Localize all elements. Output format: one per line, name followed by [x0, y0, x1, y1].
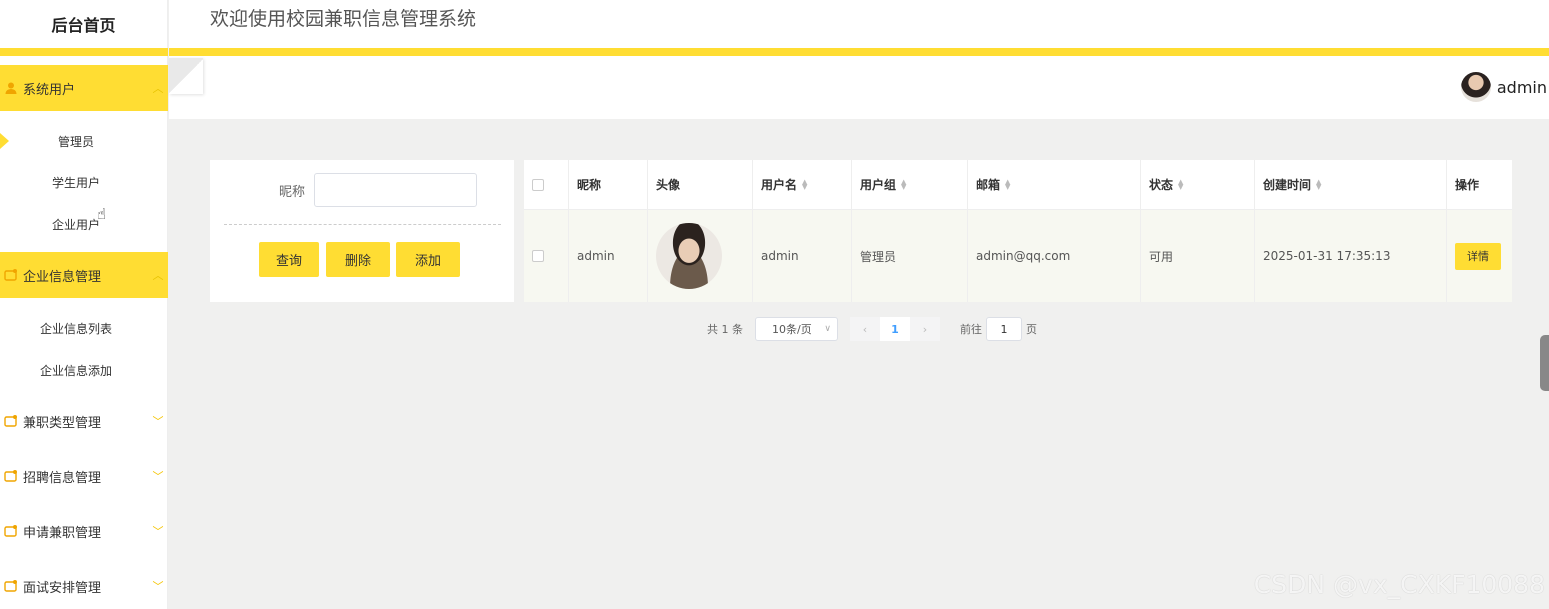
goto-page-input[interactable]: 1: [986, 317, 1022, 341]
table-header: 昵称 头像 用户名 ▲ ▼ 用户组 ▲ ▼ 邮箱 ▲ ▼ 状态 ▲ ▼ 创建时间 ▲ ▼ 操作: [524, 160, 1512, 210]
cell-created-time: 2025-01-31 17:35:13: [1255, 210, 1447, 302]
page-size-select[interactable]: 10条/页 ∨: [755, 317, 838, 341]
avatar: [1460, 72, 1491, 102]
folder-icon: [4, 268, 18, 282]
cell-avatar: [648, 210, 753, 302]
table-row: admin admin 管理员 admin@qq.com 可用 2025-01-…: [524, 210, 1512, 302]
sort-icon[interactable]: ▲ ▼: [1005, 178, 1010, 190]
column-status[interactable]: 状态 ▲ ▼: [1141, 160, 1255, 209]
chevron-down-icon: ∨: [824, 324, 831, 334]
column-avatar: 头像: [648, 160, 753, 209]
row-select-cell: [524, 210, 569, 302]
sidebar-item-company-list[interactable]: 企业信息列表: [0, 308, 168, 348]
brand-title[interactable]: 后台首页: [0, 0, 167, 48]
cell-status: 可用: [1141, 210, 1255, 302]
watermark: CSDN @vx_CXKF10088: [1253, 570, 1545, 599]
user-name: admin: [1496, 77, 1547, 97]
sidebar-item-admin[interactable]: 管理员: [0, 121, 168, 161]
brand-accent-bar: [0, 48, 168, 56]
folder-icon: [4, 579, 18, 593]
chevron-right-icon: ›: [922, 322, 928, 336]
nickname-search-input[interactable]: [314, 173, 477, 207]
user-menu[interactable]: admin: [1460, 70, 1547, 104]
chevron-up-icon: ︿: [152, 269, 164, 282]
page-number-current[interactable]: 1: [880, 317, 910, 341]
cell-actions: 详情: [1447, 210, 1512, 302]
menu-group-job-types[interactable]: 兼职类型管理 ﹀: [0, 398, 168, 444]
sidebar-item-company-users[interactable]: 企业用户: [0, 204, 168, 244]
page-title: 欢迎使用校园兼职信息管理系统: [210, 8, 477, 30]
avatar[interactable]: [656, 223, 722, 289]
menu-group-interviews[interactable]: 面试安排管理 ﹀: [0, 563, 168, 609]
nickname-label: 昵称: [279, 185, 306, 200]
chevron-down-icon: ﹀: [152, 415, 164, 428]
scrollbar[interactable]: [1540, 335, 1549, 391]
sort-icon[interactable]: ▲ ▼: [802, 178, 807, 190]
user-icon: [4, 81, 18, 95]
header-accent-bar: [169, 48, 1549, 56]
delete-button[interactable]: 删除: [326, 242, 390, 277]
top-header: 欢迎使用校园兼职信息管理系统: [169, 0, 1549, 48]
menu-group-company-info[interactable]: 企业信息管理 ︿: [0, 252, 168, 298]
folder-icon: [4, 524, 18, 538]
column-actions: 操作: [1455, 178, 1480, 192]
pagination: 共 1 条 10条/页 ∨ ‹ 1 › 前往 1 页: [707, 317, 1037, 341]
column-created-time[interactable]: 创建时间 ▲ ▼: [1255, 160, 1447, 209]
sub-header: admin: [169, 56, 1549, 119]
cell-username: admin: [753, 210, 852, 302]
select-all-checkbox[interactable]: [532, 178, 544, 191]
collapse-toggle-icon[interactable]: [169, 58, 203, 94]
total-count: 共 1 条: [707, 323, 743, 336]
page-suffix: 页: [1026, 323, 1037, 336]
chevron-down-icon: ﹀: [152, 470, 164, 483]
prev-page-button[interactable]: ‹: [850, 317, 880, 341]
column-user-group[interactable]: 用户组 ▲ ▼: [852, 160, 968, 209]
chevron-down-icon: ﹀: [152, 580, 164, 593]
next-page-button[interactable]: ›: [910, 317, 940, 341]
add-button[interactable]: 添加: [396, 242, 460, 277]
folder-icon: [4, 469, 18, 483]
hand-cursor-icon: ☝: [97, 205, 107, 223]
search-panel: 昵称 查询 删除 添加: [210, 160, 514, 302]
detail-button[interactable]: 详情: [1455, 242, 1501, 270]
chevron-up-icon: ︿: [152, 82, 164, 95]
goto-label: 前往: [960, 323, 982, 336]
query-button[interactable]: 查询: [259, 242, 319, 277]
chevron-down-icon: ﹀: [152, 525, 164, 538]
column-username[interactable]: 用户名 ▲ ▼: [753, 160, 852, 209]
menu-group-recruitment[interactable]: 招聘信息管理 ﹀: [0, 453, 168, 499]
sort-icon[interactable]: ▲ ▼: [1178, 178, 1183, 190]
sidebar-item-student-users[interactable]: 学生用户: [0, 162, 168, 202]
cell-nickname: admin: [569, 210, 648, 302]
sort-icon[interactable]: ▲ ▼: [1316, 178, 1321, 190]
menu-group-system-users[interactable]: 系统用户 ︿: [0, 65, 168, 111]
users-table: 昵称 头像 用户名 ▲ ▼ 用户组 ▲ ▼ 邮箱 ▲ ▼ 状态 ▲ ▼ 创建时间 ▲ ▼ 操作 ad…: [524, 160, 1512, 302]
column-nickname: 昵称: [569, 160, 648, 209]
sort-icon[interactable]: ▲ ▼: [901, 178, 906, 190]
chevron-left-icon: ‹: [862, 322, 868, 336]
folder-icon: [4, 414, 18, 428]
header-select-cell: [524, 160, 569, 209]
column-email[interactable]: 邮箱 ▲ ▼: [968, 160, 1141, 209]
row-checkbox[interactable]: [532, 250, 544, 262]
sidebar-item-company-add[interactable]: 企业信息添加: [0, 350, 168, 390]
menu-group-applications[interactable]: 申请兼职管理 ﹀: [0, 508, 168, 554]
cell-user-group: 管理员: [852, 210, 968, 302]
cell-email: admin@qq.com: [968, 210, 1141, 302]
divider: [224, 224, 501, 225]
